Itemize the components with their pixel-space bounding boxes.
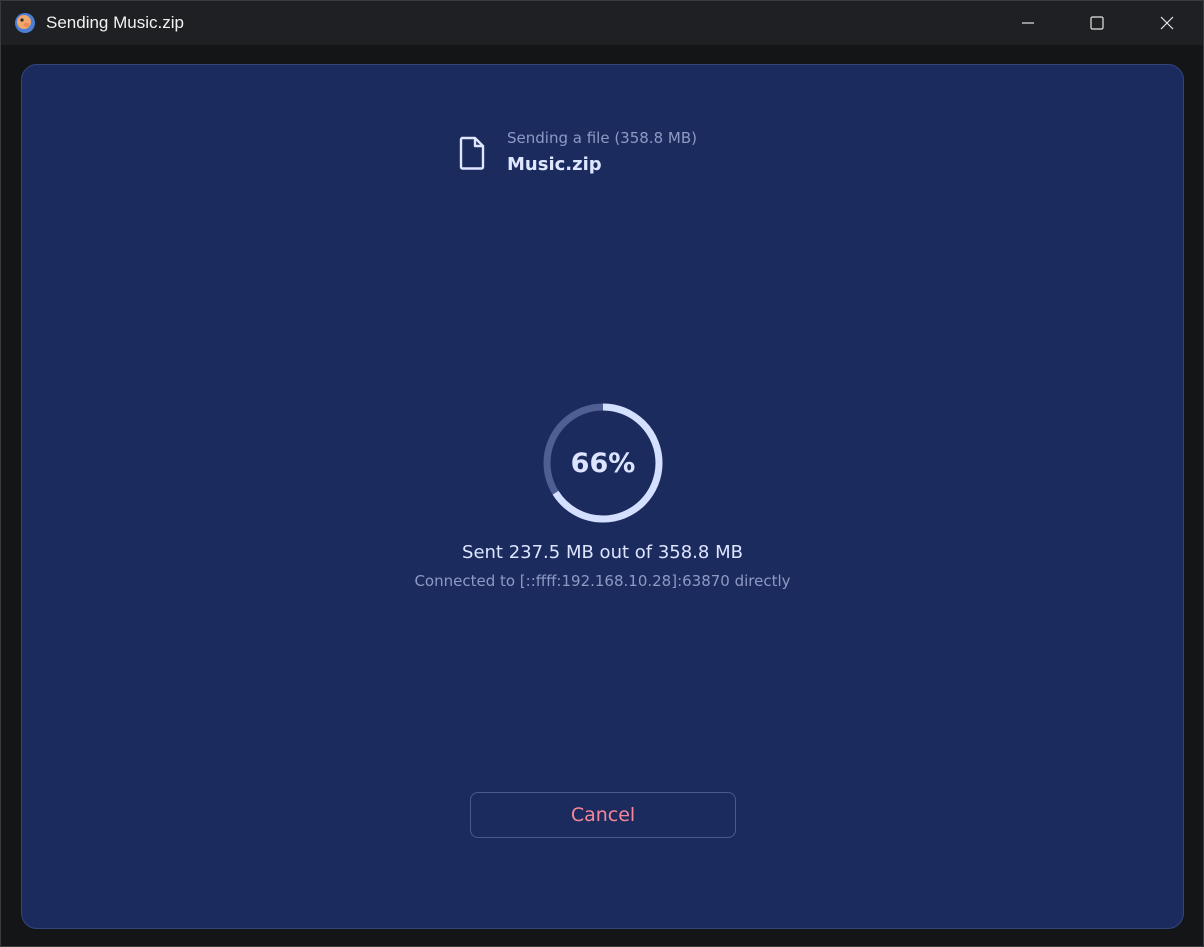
connection-status: Connected to [::ffff:192.168.10.28]:6387… bbox=[414, 572, 791, 590]
app-window: Sending Music.zip Sending a file (358.8 … bbox=[0, 0, 1204, 947]
file-subtitle: Sending a file (358.8 MB) bbox=[507, 129, 697, 147]
title-bar[interactable]: Sending Music.zip bbox=[1, 1, 1203, 45]
window-title: Sending Music.zip bbox=[46, 13, 184, 32]
app-icon bbox=[15, 13, 35, 33]
transfer-status: Sent 237.5 MB out of 358.8 MB bbox=[462, 542, 743, 563]
close-button[interactable] bbox=[1132, 1, 1202, 45]
close-icon bbox=[1160, 16, 1174, 30]
minimize-icon bbox=[1022, 22, 1034, 24]
cancel-button[interactable]: Cancel bbox=[470, 792, 736, 838]
file-icon bbox=[459, 136, 485, 170]
minimize-button[interactable] bbox=[993, 1, 1063, 45]
maximize-icon bbox=[1090, 16, 1104, 30]
maximize-button[interactable] bbox=[1062, 1, 1132, 45]
transfer-panel: Sending a file (358.8 MB) Music.zip 66% … bbox=[21, 64, 1184, 929]
progress-percentage: 66% bbox=[570, 447, 636, 479]
file-name: Music.zip bbox=[507, 154, 602, 175]
